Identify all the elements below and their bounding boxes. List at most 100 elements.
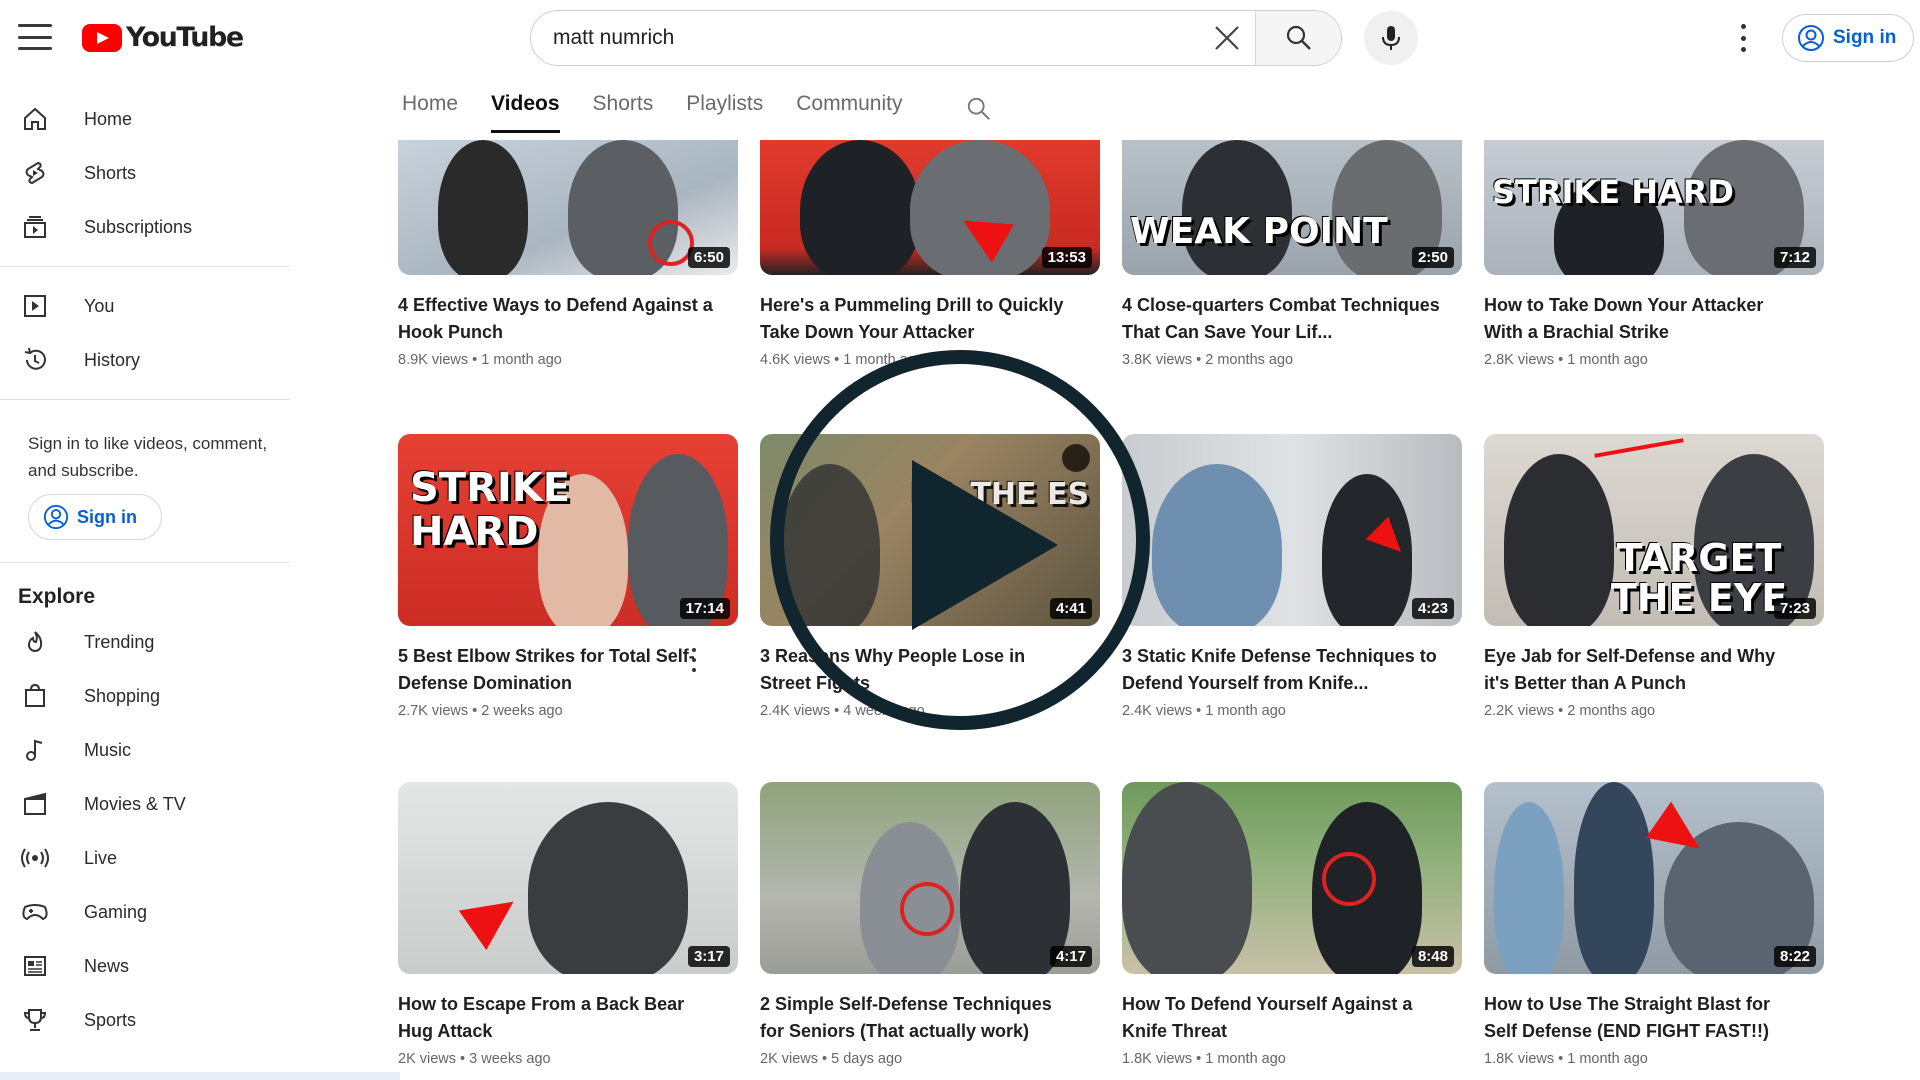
video-title[interactable]: How to Escape From a Back Bear Hug Attac… bbox=[398, 991, 738, 1045]
sidebar: Home Shorts Subscriptions You History Si… bbox=[0, 74, 290, 1080]
shopping-icon bbox=[20, 681, 50, 711]
video-title[interactable]: Eye Jab for Self-Defense and Why it's Be… bbox=[1484, 643, 1824, 697]
sidebar-item-gaming[interactable]: Gaming bbox=[0, 885, 290, 939]
tab-community[interactable]: Community bbox=[796, 92, 902, 133]
video-thumbnail[interactable]: STRIKE HARD 7:12 bbox=[1484, 140, 1824, 275]
video-title[interactable]: 2 Simple Self-Defense Techniques for Sen… bbox=[760, 991, 1100, 1045]
sidebar-item-music[interactable]: Music bbox=[0, 723, 290, 777]
video-card[interactable]: 4:17 2 Simple Self-Defense Techniques fo… bbox=[760, 782, 1100, 1067]
sidebar-item-label: History bbox=[84, 349, 141, 370]
video-duration: 13:53 bbox=[1041, 247, 1092, 268]
live-icon bbox=[20, 843, 50, 873]
history-icon bbox=[20, 345, 50, 375]
video-thumbnail[interactable]: 3:17 bbox=[398, 782, 738, 974]
video-thumbnail[interactable]: STRIKE HARD 17:14 bbox=[398, 434, 738, 626]
video-thumbnail[interactable]: WEAK POINT 2:50 bbox=[1122, 140, 1462, 275]
tab-videos[interactable]: Videos bbox=[491, 92, 560, 133]
video-card[interactable]: 4:23 3 Static Knife Defense Techniques t… bbox=[1122, 434, 1462, 719]
menu-icon[interactable] bbox=[18, 24, 52, 50]
channel-search-icon[interactable] bbox=[966, 96, 992, 127]
sidebar-item-movies[interactable]: Movies & TV bbox=[0, 777, 290, 831]
video-duration: 6:50 bbox=[687, 247, 730, 268]
video-card[interactable]: STRIKE HARD 7:12 How to Take Down Your A… bbox=[1484, 140, 1824, 368]
sidebar-item-sports[interactable]: Sports bbox=[0, 993, 290, 1047]
account-icon bbox=[43, 504, 69, 530]
tab-home[interactable]: Home bbox=[402, 92, 458, 133]
video-meta: 1.8K views • 1 month ago bbox=[1484, 1051, 1648, 1067]
sidebar-item-subscriptions[interactable]: Subscriptions bbox=[0, 200, 290, 254]
sidebar-item-label: Gaming bbox=[84, 901, 148, 922]
sidebar-item-history[interactable]: History bbox=[0, 333, 290, 387]
music-icon bbox=[20, 735, 50, 765]
video-meta: 3.8K views • 2 months ago bbox=[1122, 352, 1294, 368]
sidebar-item-label: Sports bbox=[84, 1009, 137, 1030]
channel-tabs: Home Videos Shorts Playlists Community bbox=[402, 92, 935, 133]
video-duration: 17:14 bbox=[679, 598, 730, 619]
video-title[interactable]: 4 Close-quarters Combat Techniques That … bbox=[1122, 292, 1462, 346]
sidebar-item-shorts[interactable]: Shorts bbox=[0, 146, 290, 200]
video-title[interactable]: 4 Effective Ways to Defend Against a Hoo… bbox=[398, 292, 738, 346]
video-thumbnail[interactable]: 13:53 bbox=[760, 140, 1100, 275]
sidebar-item-label: Home bbox=[84, 108, 133, 129]
sidebar-item-label: Music bbox=[84, 739, 132, 760]
youtube-logo[interactable]: YouTube bbox=[82, 22, 244, 53]
video-title[interactable]: 5 Best Elbow Strikes for Total Self-Defe… bbox=[398, 643, 738, 697]
video-thumbnail[interactable]: 8:22 bbox=[1484, 782, 1824, 974]
video-card[interactable]: 3:17 How to Escape From a Back Bear Hug … bbox=[398, 782, 738, 1067]
video-meta: 2K views • 3 weeks ago bbox=[398, 1051, 551, 1067]
sidebar-item-news[interactable]: News bbox=[0, 939, 290, 993]
video-card[interactable]: STRIKE HARD 17:14 5 Best Elbow Strikes f… bbox=[398, 434, 738, 719]
sign-in-label: Sign in bbox=[1833, 27, 1897, 48]
sidebar-item-shopping[interactable]: Shopping bbox=[0, 669, 290, 723]
news-icon bbox=[20, 951, 50, 981]
video-thumbnail[interactable]: 8:48 bbox=[1122, 782, 1462, 974]
video-title[interactable]: Here's a Pummeling Drill to Quickly Take… bbox=[760, 292, 1100, 346]
video-meta: 2K views • 5 days ago bbox=[760, 1051, 903, 1067]
video-thumbnail[interactable]: 4:23 bbox=[1122, 434, 1462, 626]
sidebar-item-label: News bbox=[84, 955, 130, 976]
sidebar-divider bbox=[0, 562, 290, 563]
video-thumbnail[interactable]: TARGET THE EYE 7:23 bbox=[1484, 434, 1824, 626]
sidebar-item-label: Live bbox=[84, 847, 118, 868]
youtube-logo-icon bbox=[82, 23, 122, 52]
sidebar-item-label: Shorts bbox=[84, 162, 137, 183]
video-duration: 8:22 bbox=[1773, 946, 1816, 967]
video-duration: 4:23 bbox=[1411, 598, 1454, 619]
video-title[interactable]: How To Defend Yourself Against a Knife T… bbox=[1122, 991, 1462, 1045]
logo-text: YouTube bbox=[126, 22, 244, 53]
video-meta: 2.2K views • 2 months ago bbox=[1484, 703, 1656, 719]
video-card[interactable]: TARGET THE EYE 7:23 Eye Jab for Self-Def… bbox=[1484, 434, 1824, 719]
video-thumbnail[interactable]: 4:17 bbox=[760, 782, 1100, 974]
tab-playlists[interactable]: Playlists bbox=[686, 92, 763, 133]
sidebar-item-you[interactable]: You bbox=[0, 279, 290, 333]
video-duration: 4:17 bbox=[1049, 946, 1092, 967]
video-title[interactable]: How to Take Down Your Attacker With a Br… bbox=[1484, 292, 1824, 346]
video-card[interactable]: WEAK POINT 2:50 4 Close-quarters Combat … bbox=[1122, 140, 1462, 368]
tab-shorts[interactable]: Shorts bbox=[593, 92, 654, 133]
video-card[interactable]: 13:53 Here's a Pummeling Drill to Quickl… bbox=[760, 140, 1100, 368]
sidebar-sign-in-button[interactable]: Sign in bbox=[28, 494, 162, 540]
home-icon bbox=[20, 104, 50, 134]
sign-in-label: Sign in bbox=[77, 506, 137, 527]
sidebar-item-label: Trending bbox=[84, 631, 155, 652]
thumbnail-overlay-text: WEAK POINT bbox=[1130, 211, 1388, 252]
video-duration: 8:48 bbox=[1411, 946, 1454, 967]
video-options-icon[interactable] bbox=[690, 648, 698, 672]
sidebar-item-trending[interactable]: Trending bbox=[0, 615, 290, 669]
video-card[interactable]: 6:50 4 Effective Ways to Defend Against … bbox=[398, 140, 738, 368]
video-duration: 7:12 bbox=[1773, 247, 1816, 268]
video-meta: 1.8K views • 1 month ago bbox=[1122, 1051, 1286, 1067]
video-title[interactable]: How to Use The Straight Blast for Self D… bbox=[1484, 991, 1824, 1045]
video-card[interactable]: 8:48 How To Defend Yourself Against a Kn… bbox=[1122, 782, 1462, 1067]
video-duration: 2:50 bbox=[1411, 247, 1454, 268]
trophy-icon bbox=[20, 1005, 50, 1035]
sidebar-item-live[interactable]: Live bbox=[0, 831, 290, 885]
thumbnail-overlay-text: STRIKE HARD bbox=[1492, 173, 1734, 211]
video-title[interactable]: 3 Static Knife Defense Techniques to Def… bbox=[1122, 643, 1462, 697]
thumbnail-overlay-text: TARGET THE EYE bbox=[1610, 536, 1788, 620]
video-card[interactable]: 8:22 How to Use The Straight Blast for S… bbox=[1484, 782, 1824, 1067]
sidebar-divider bbox=[0, 399, 290, 400]
video-thumbnail[interactable]: 6:50 bbox=[398, 140, 738, 275]
play-button-overlay[interactable] bbox=[770, 350, 1150, 730]
sidebar-item-home[interactable]: Home bbox=[0, 92, 290, 146]
